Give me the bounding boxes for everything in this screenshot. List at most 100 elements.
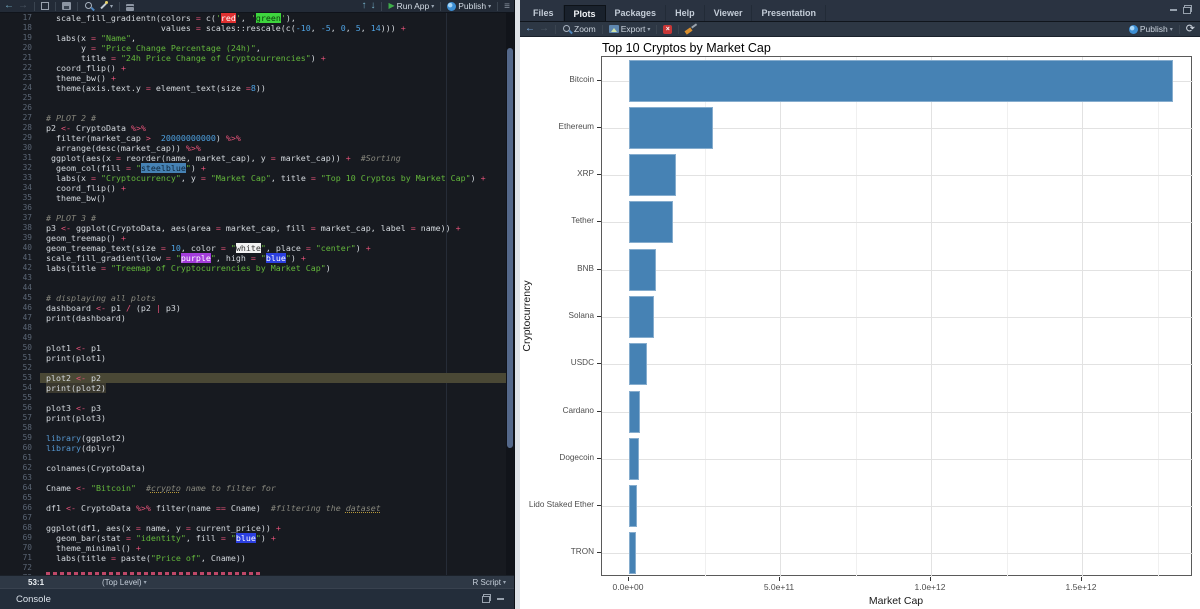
code-token: + xyxy=(321,53,326,63)
code-token: , title xyxy=(271,173,311,183)
code-token: ) xyxy=(291,253,301,263)
code-token: (p2 xyxy=(131,303,156,313)
separator xyxy=(555,25,556,34)
back-button[interactable]: ← xyxy=(4,1,14,11)
code-token: + xyxy=(401,23,406,33)
next-plot-button[interactable]: → xyxy=(539,24,549,34)
code-token: (ggplot2) xyxy=(81,433,126,443)
restore-pane-icon[interactable] xyxy=(1183,5,1192,14)
code-token: , xyxy=(131,33,136,43)
code-token: )) xyxy=(256,83,266,93)
code-token: <- xyxy=(76,483,86,493)
code-token: -5 xyxy=(321,23,331,33)
previous-plot-button[interactable]: ← xyxy=(525,24,535,34)
save-icon xyxy=(62,2,71,10)
tab-packages[interactable]: Packages xyxy=(606,5,667,21)
remove-plot-button[interactable]: × xyxy=(663,25,672,34)
export-plot-button[interactable]: Export ▾ xyxy=(609,24,651,34)
y-tick-label: Lido Staked Ether xyxy=(520,500,594,510)
code-line: title = "24h Price Change of Cryptocurre… xyxy=(40,53,506,63)
code-tools-button[interactable]: ▾ xyxy=(98,1,113,11)
bar xyxy=(629,296,654,338)
file-type-selector[interactable]: R Script ▾ xyxy=(473,578,506,587)
code-line: labs(title = "Treemap of Cryptocurrencie… xyxy=(40,263,506,273)
code-token: + xyxy=(481,173,486,183)
code-token: %>% xyxy=(131,123,146,133)
run-next-button[interactable]: ↓ xyxy=(370,1,375,11)
code-token: library xyxy=(46,433,81,443)
code-line: # PLOT 2 # xyxy=(40,113,506,123)
code-line: labs(x = "Name", xyxy=(40,33,506,43)
code-token: blue xyxy=(236,533,256,543)
restore-pane-icon[interactable] xyxy=(482,594,491,603)
tab-plots[interactable]: Plots xyxy=(564,5,606,21)
bar xyxy=(629,391,640,433)
open-in-new-window-button[interactable] xyxy=(41,2,49,10)
code-token: "Treemap of Cryptocurrencies by Market C… xyxy=(111,263,326,273)
code-line xyxy=(40,363,506,373)
gridline xyxy=(602,317,1193,318)
code-line: library(dplyr) xyxy=(40,443,506,453)
document-outline-button[interactable]: ≡ xyxy=(504,2,510,11)
code-token: scales::rescale(c( xyxy=(201,23,296,33)
code-token: geom_bar(stat xyxy=(46,533,126,543)
x-tick-mark xyxy=(930,577,931,581)
editor-scrollbar[interactable] xyxy=(506,13,514,575)
zoom-icon xyxy=(562,24,572,34)
code-token: 10 xyxy=(171,243,181,253)
code-area: scale_fill_gradientn(colors = c('red', '… xyxy=(0,13,506,575)
code-editor[interactable]: 1718192021222324252627282930313233343536… xyxy=(0,13,514,575)
tab-help[interactable]: Help xyxy=(666,5,705,21)
forward-arrow-icon: → xyxy=(539,24,549,34)
code-token: name, y xyxy=(141,523,186,533)
save-button[interactable] xyxy=(62,2,71,10)
refresh-plot-button[interactable]: ⟳ xyxy=(1186,24,1195,35)
code-line xyxy=(40,323,506,333)
separator xyxy=(381,2,382,11)
publish-plot-button[interactable]: Publish ▾ xyxy=(1129,24,1173,34)
console-pane-header[interactable]: Console xyxy=(0,588,514,609)
y-tick-mark xyxy=(597,316,601,317)
code-line: print(plot3) xyxy=(40,413,506,423)
code-token: , color xyxy=(181,243,221,253)
zoom-plot-button[interactable]: Zoom xyxy=(562,24,596,34)
find-button[interactable] xyxy=(84,1,94,11)
run-previous-button[interactable]: ↑ xyxy=(361,1,366,11)
cursor-position[interactable]: 53:1 xyxy=(28,578,44,587)
code-line xyxy=(40,453,506,463)
tab-viewer[interactable]: Viewer xyxy=(705,5,753,21)
run-app-label: Run App xyxy=(397,1,430,11)
publish-button[interactable]: Publish ▾ xyxy=(447,1,491,11)
code-line: geom_col(fill = "steelblue") + xyxy=(40,163,506,173)
code-token: market_cap)) xyxy=(276,153,346,163)
editor-status-bar: 53:1 (Top Level) ▾ R Script ▾ xyxy=(0,575,514,588)
scope-selector[interactable]: (Top Level) ▾ xyxy=(102,578,147,587)
code-line xyxy=(40,493,506,503)
code-token: <- xyxy=(76,403,86,413)
x-tick-label: 1.0e+12 xyxy=(905,582,955,592)
code-token: <- xyxy=(96,303,106,313)
forward-button[interactable]: → xyxy=(18,1,28,11)
popout-icon xyxy=(41,2,49,10)
code-line: dashboard <- p1 / (p2 | p3) xyxy=(40,303,506,313)
code-token: #filtering the xyxy=(271,503,346,513)
compile-report-button[interactable] xyxy=(126,2,134,11)
code-line xyxy=(40,423,506,433)
minimize-pane-icon[interactable] xyxy=(1170,5,1177,12)
code-line: geom_treemap_text(size = 10, color = "wh… xyxy=(40,243,506,253)
code-token: scale_fill_gradientn(colors xyxy=(46,13,196,23)
scrollbar-thumb[interactable] xyxy=(507,48,513,448)
outline-icon: ≡ xyxy=(504,2,510,11)
y-tick-label: Ethereum xyxy=(520,122,594,132)
clear-all-plots-button[interactable] xyxy=(685,24,697,34)
tab-presentation[interactable]: Presentation xyxy=(752,5,826,21)
code-line xyxy=(40,393,506,403)
tab-files[interactable]: Files xyxy=(524,5,564,21)
run-app-button[interactable]: ▶ Run App ▾ xyxy=(388,1,434,11)
maximize-pane-icon[interactable] xyxy=(497,594,504,601)
separator xyxy=(440,2,441,11)
separator xyxy=(1179,25,1180,34)
code-token: "Bitcoin" xyxy=(91,483,136,493)
code-token: ))) xyxy=(381,23,401,33)
code-token: # PLOT 3 # xyxy=(46,213,96,223)
